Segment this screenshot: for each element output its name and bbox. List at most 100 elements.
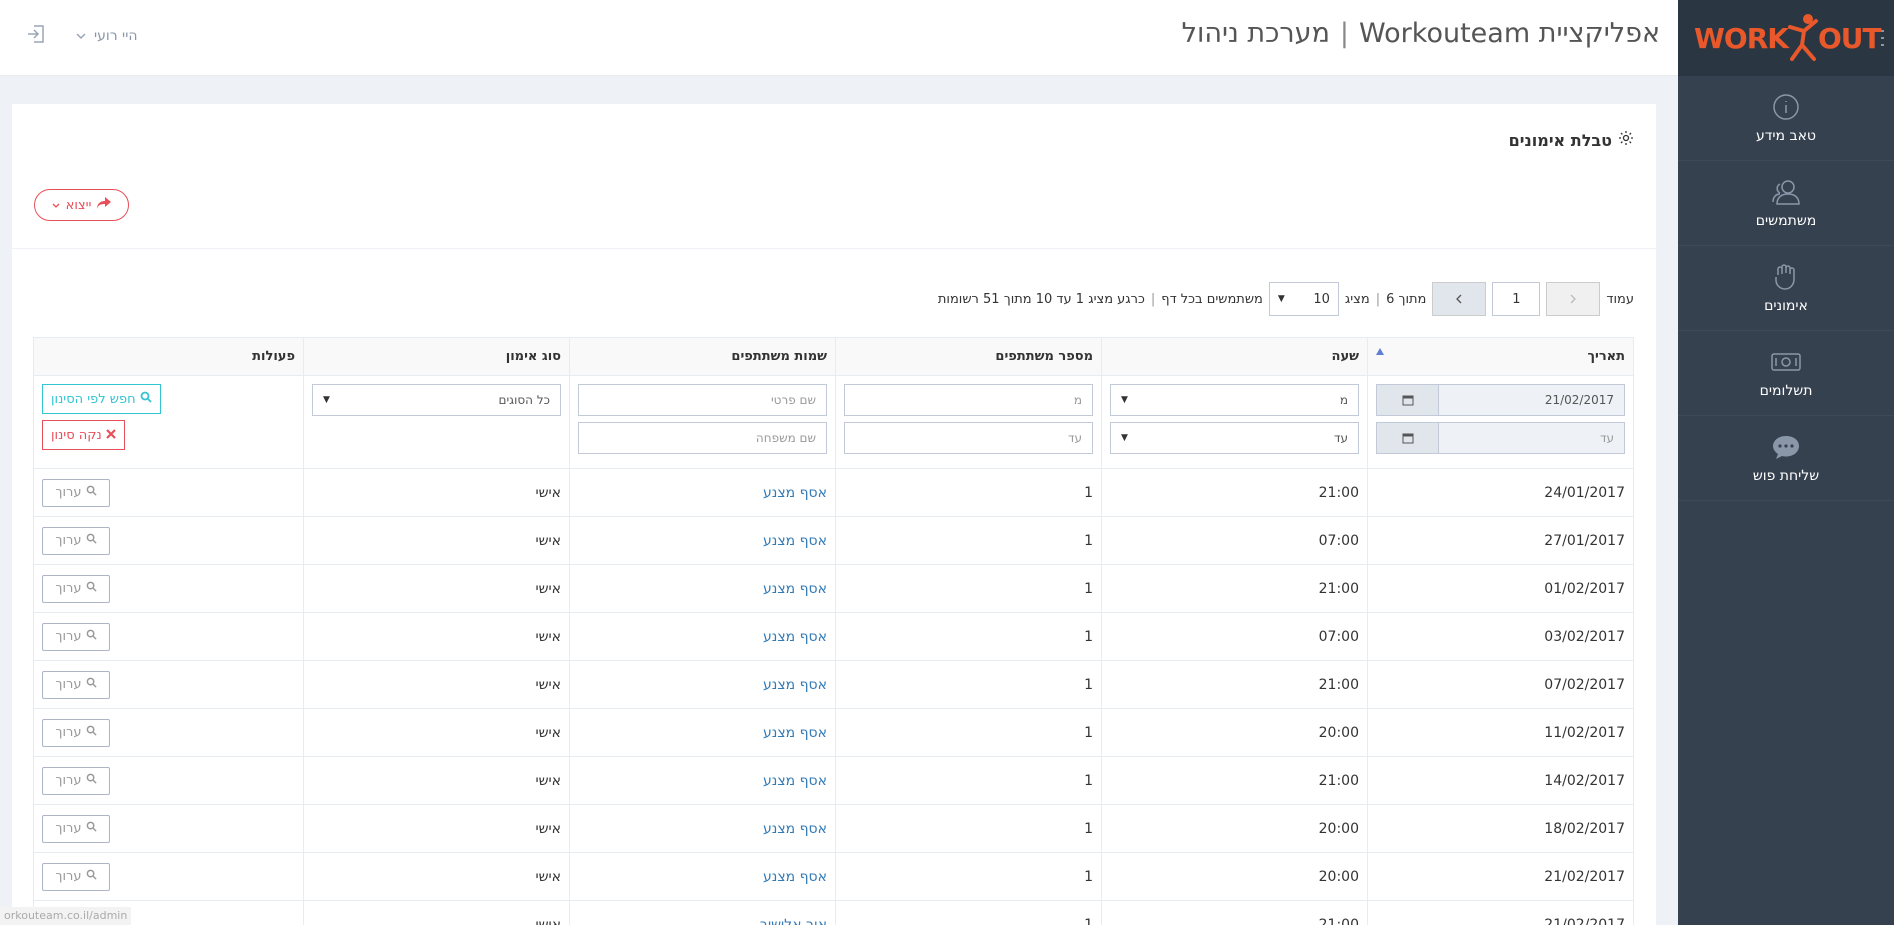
first-name-input[interactable]: שם פרטי — [578, 384, 827, 416]
portlet-title-text: טבלת אימונים — [1508, 130, 1612, 150]
time-to-select[interactable]: עד ▼ — [1110, 422, 1359, 454]
cell-count: 1 — [835, 564, 1102, 613]
cell-count: 1 — [835, 756, 1102, 805]
edit-label: ערוך — [55, 725, 82, 740]
edit-button[interactable]: ערוך — [42, 670, 110, 699]
participant-link[interactable]: אסף מצנע — [763, 581, 827, 597]
edit-button[interactable]: ערוך — [42, 814, 110, 843]
divider — [12, 248, 1656, 249]
type-select[interactable]: כל הסוגים ▼ — [312, 384, 561, 416]
prev-page-button[interactable] — [1546, 282, 1601, 316]
menu-toggle-icon[interactable] — [1880, 30, 1884, 46]
records-summary: כרגע מציג 1 עד 10 מתוך 51 רשומות — [937, 291, 1145, 307]
edit-button[interactable]: ערוך — [42, 574, 110, 603]
top-header: אפליקציית Workouteam | מערכת ניהול היי רוע… — [0, 0, 1678, 76]
calendar-icon[interactable] — [1376, 384, 1438, 416]
column-header-names[interactable]: שמות משתתפים — [569, 337, 836, 376]
calendar-icon[interactable] — [1376, 422, 1438, 454]
table-row: 07/02/2017 21:00 1 אסף מצנע אישי ערוך — [33, 660, 1634, 709]
cell-type: אישי — [303, 900, 570, 925]
column-header-time[interactable]: שעה — [1101, 337, 1368, 376]
edit-button[interactable]: ערוך — [42, 862, 110, 891]
caret-down-icon: ▼ — [1121, 433, 1128, 443]
cell-actions: ערוך — [33, 612, 304, 661]
cell-time: 07:00 — [1101, 516, 1368, 565]
logo[interactable]: WORK OUT — [1694, 0, 1882, 76]
participant-link[interactable]: אסף מצנע — [763, 629, 827, 645]
participant-link[interactable]: אסף מצנע — [763, 821, 827, 837]
cell-actions: ערוך — [33, 564, 304, 613]
column-header-date[interactable]: תאריך — [1367, 337, 1634, 376]
cell-time: 21:00 — [1101, 660, 1368, 709]
table-row: 14/02/2017 21:00 1 אסף מצנע אישי ערוך — [33, 756, 1634, 805]
participant-link[interactable]: אסף מצנע — [763, 869, 827, 885]
column-header-type[interactable]: סוג אימון — [303, 337, 570, 376]
participant-link[interactable]: אסף מצנע — [763, 677, 827, 693]
date-to-input[interactable]: עד — [1438, 422, 1625, 454]
date-to-picker[interactable]: עד — [1376, 422, 1625, 454]
runner-icon — [1786, 13, 1820, 63]
settings-icon — [1618, 130, 1634, 150]
edit-button[interactable]: ערוך — [42, 718, 110, 747]
count-from-input[interactable]: מ — [844, 384, 1093, 416]
sidebar-item-users[interactable]: משתמשים — [1678, 161, 1894, 246]
edit-button[interactable]: ערוך — [42, 478, 110, 507]
cell-time: 21:00 — [1101, 564, 1368, 613]
sidebar-item-push[interactable]: שליחת פוש — [1678, 416, 1894, 501]
search-icon — [86, 725, 97, 740]
search-icon — [86, 869, 97, 884]
cell-names: אסף מצנע — [569, 756, 836, 805]
participant-link[interactable]: אסף מצנע — [763, 485, 827, 501]
search-icon — [86, 533, 97, 548]
cell-actions: ערוך — [33, 708, 304, 757]
sidebar-item-workouts[interactable]: אימונים — [1678, 246, 1894, 331]
export-button[interactable]: ייצוא — [34, 189, 129, 221]
column-header-actions: פעולות — [33, 337, 304, 376]
edit-button[interactable]: ערוך — [42, 622, 110, 651]
edit-label: ערוך — [55, 629, 82, 644]
cell-actions: ערוך — [33, 660, 304, 709]
user-area: היי רועי — [26, 24, 137, 48]
app-title: אפליקציית Workouteam | מערכת ניהול — [1182, 18, 1660, 49]
edit-label: ערוך — [55, 821, 82, 836]
sidebar-item-payments[interactable]: תשלומים — [1678, 331, 1894, 416]
edit-button[interactable]: ערוך — [42, 526, 110, 555]
logout-icon[interactable] — [26, 24, 46, 48]
column-header-count[interactable]: מספר משתתפים — [835, 337, 1102, 376]
participant-link[interactable]: אסף מצנע — [763, 725, 827, 741]
participant-link[interactable]: אסף מצנע — [763, 773, 827, 789]
cell-time: 21:00 — [1101, 756, 1368, 805]
search-icon — [86, 773, 97, 788]
chevron-down-icon — [52, 198, 60, 213]
cell-date: 21/02/2017 — [1367, 900, 1634, 925]
search-filter-button[interactable]: חפש לפי הסינון — [42, 384, 161, 414]
logo-text-left: WORK — [1694, 21, 1789, 55]
search-icon — [86, 677, 97, 692]
cell-date: 21/02/2017 — [1367, 852, 1634, 901]
export-label: ייצוא — [65, 197, 92, 213]
clear-filter-button[interactable]: נקה סינון — [42, 420, 125, 450]
sidebar-item-info[interactable]: טאב מידע — [1678, 76, 1894, 161]
chevron-down-icon — [76, 28, 86, 44]
cell-type: אישי — [303, 852, 570, 901]
page-input[interactable]: 1 — [1492, 282, 1541, 316]
close-icon — [105, 428, 116, 443]
cell-count: 1 — [835, 804, 1102, 853]
cell-actions: ערוך — [33, 852, 304, 901]
pager-sep: | — [1375, 291, 1381, 307]
date-from-picker[interactable]: 21/02/2017 — [1376, 384, 1625, 416]
cell-date: 14/02/2017 — [1367, 756, 1634, 805]
info-icon — [1771, 92, 1801, 122]
per-page-select[interactable]: 10 ▼ — [1268, 282, 1339, 316]
participant-link[interactable]: אור אלישיב — [760, 917, 827, 925]
date-from-input[interactable]: 21/02/2017 — [1438, 384, 1625, 416]
participant-link[interactable]: אסף מצנע — [763, 533, 827, 549]
edit-button[interactable]: ערוך — [42, 766, 110, 795]
next-page-button[interactable] — [1432, 282, 1487, 316]
count-to-input[interactable]: עד — [844, 422, 1093, 454]
cell-actions: ערוך — [33, 516, 304, 565]
user-menu[interactable]: היי רועי — [76, 28, 137, 44]
time-from-select[interactable]: מ ▼ — [1110, 384, 1359, 416]
cell-type: אישי — [303, 804, 570, 853]
last-name-input[interactable]: שם משפחה — [578, 422, 827, 454]
